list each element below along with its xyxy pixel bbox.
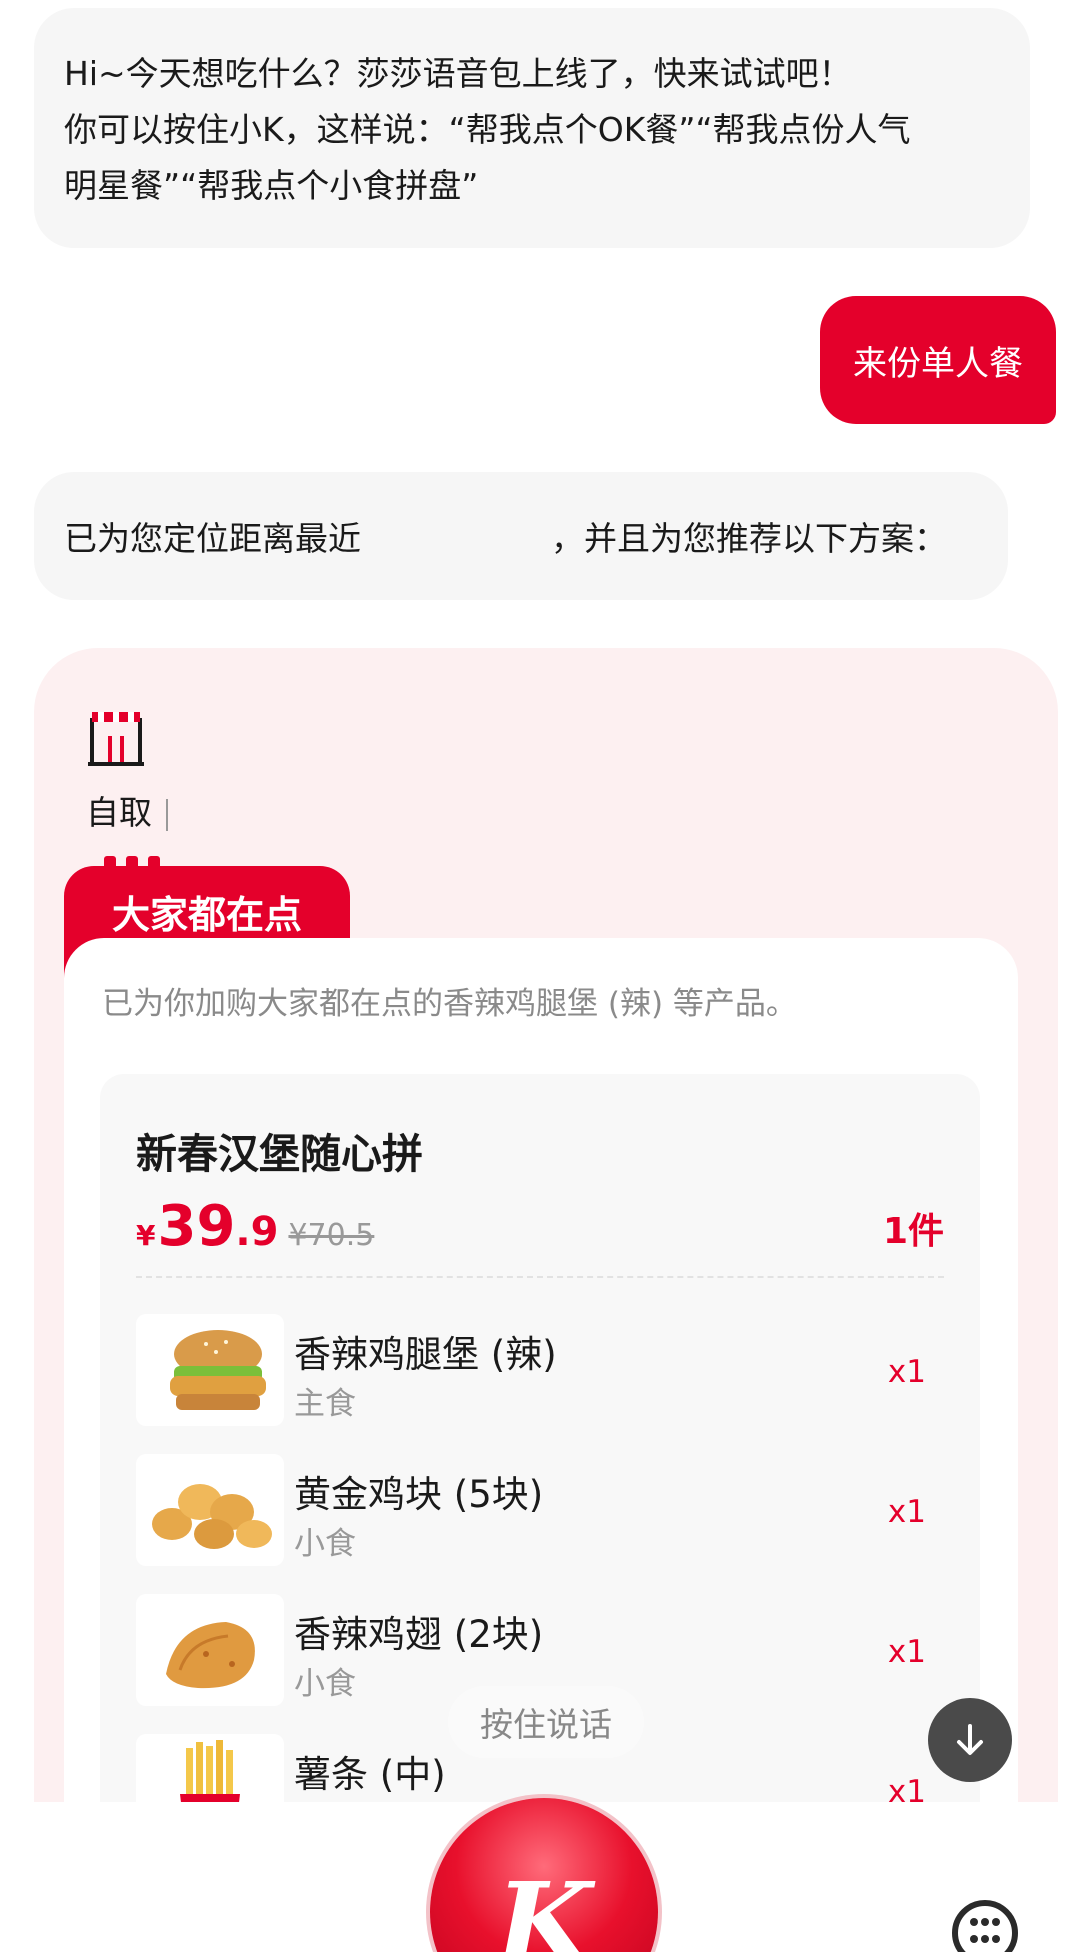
currency-symbol: ¥ [136,1219,156,1252]
keyboard-icon [970,1918,1000,1948]
location-suffix: ，并且为您推荐以下方案： [551,519,947,558]
k-logo-icon: K [496,1858,592,1952]
combo-quantity: 1件 [882,1211,944,1252]
location-message-bubble: 已为您定位距离最近 ，并且为您推荐以下方案： [34,472,1008,600]
combo-item: 香辣鸡腿堡 (辣) 主食 x1 [136,1314,944,1426]
wings-icon [136,1594,284,1706]
pickup-text: 自取 [86,793,152,832]
store-icon [88,712,144,766]
greeting-line: 明星餐”“帮我点个小食拼盘” [64,166,479,205]
assistant-greeting-bubble: Hi~今天想吃什么？莎莎语音包上线了，快来试试吧！ 你可以按住小K，这样说：“帮… [34,8,1030,248]
item-name: 香辣鸡腿堡 (辣) [294,1333,557,1376]
user-message-text: 来份单人餐 [853,343,1023,384]
arrow-down-icon [957,1724,983,1755]
nuggets-icon [136,1454,284,1566]
hold-to-talk-hint: 按住说话 [448,1686,644,1758]
burger-icon [136,1314,284,1426]
item-quantity: x1 [887,1494,926,1530]
popular-tab-label: 大家都在点 [111,893,302,937]
item-name: 薯条 (中) [294,1753,446,1796]
item-category: 主食 [294,1386,356,1422]
hold-to-talk-text: 按住说话 [480,1705,612,1744]
item-name: 黄金鸡块 (5块) [294,1473,544,1516]
item-quantity: x1 [887,1354,926,1390]
tab-stripes [104,856,160,870]
greeting-line: Hi~今天想吃什么？莎莎语音包上线了，快来试试吧！ [64,54,852,93]
item-quantity: x1 [887,1634,926,1670]
original-price: ¥70.5 [288,1218,375,1253]
item-category: 小食 [294,1666,356,1702]
greeting-line: 你可以按住小K，这样说：“帮我点个OK餐”“帮我点份人气 [64,110,911,149]
item-category: 小食 [294,1526,356,1562]
pickup-divider [166,798,168,831]
pickup-mode-label[interactable]: 自取 [86,786,168,834]
price-integer: 39 [157,1194,236,1259]
combo-title: 新春汉堡随心拼 [136,1130,423,1178]
combo-item: 黄金鸡块 (5块) 小食 x1 [136,1454,944,1566]
item-name: 香辣鸡翅 (2块) [294,1613,544,1656]
added-notice: 已为你加购大家都在点的香辣鸡腿堡 (辣) 等产品。 [102,986,797,1022]
scroll-to-bottom-button[interactable] [928,1698,1012,1782]
combo-price: ¥ 39 .9 ¥70.5 [136,1194,375,1259]
user-message-bubble: 来份单人餐 [820,296,1056,424]
location-prefix: 已为您定位距离最近 [64,519,361,558]
price-decimal: .9 [235,1209,279,1255]
dashed-divider [136,1276,944,1278]
